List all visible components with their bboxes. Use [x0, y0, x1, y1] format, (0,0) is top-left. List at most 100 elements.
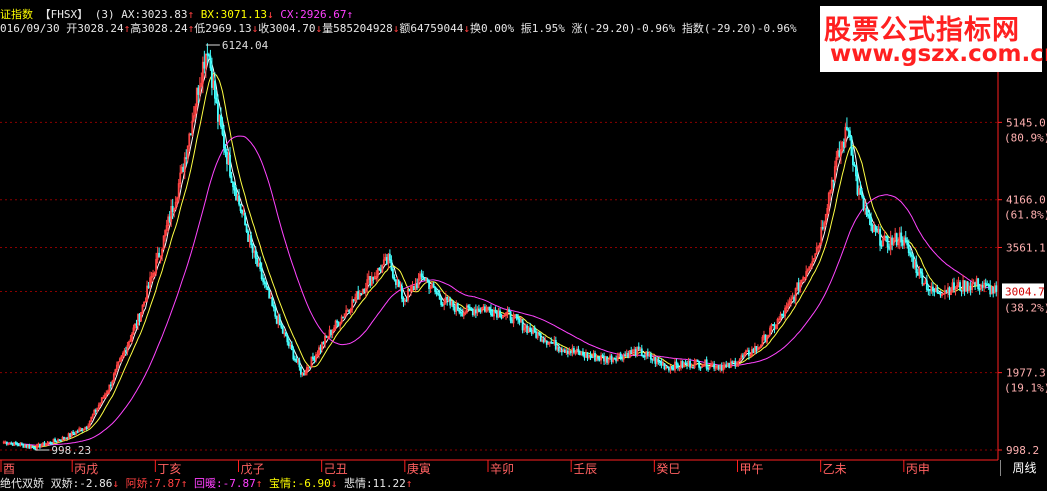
candle-body [490, 309, 492, 315]
candle-body [643, 355, 646, 358]
candle-body [449, 298, 452, 306]
candle-body [217, 102, 219, 122]
candle-body [907, 244, 910, 254]
candle-body [919, 268, 922, 274]
candle-body [686, 363, 688, 366]
candle-body [666, 366, 669, 369]
candle-body [39, 443, 41, 448]
low-value: 低2969.13 [194, 22, 252, 35]
candle-body [755, 346, 758, 350]
candle-body [927, 288, 930, 291]
candle-body [849, 130, 851, 138]
candle-body [856, 175, 859, 195]
candle-body [401, 285, 403, 299]
candle-body [938, 292, 940, 294]
indicator-value-2: 阿娇:7.87 [125, 477, 181, 490]
period-tab-weekly[interactable]: 周线 [1000, 460, 1047, 476]
candle-body [939, 292, 942, 296]
candle-body [213, 80, 216, 99]
candle-body [432, 283, 435, 288]
y-tick-label: 3561.1 [1006, 242, 1046, 255]
x-tick-label: 丙申 [906, 462, 930, 476]
candle-body [621, 356, 624, 360]
candle-body [713, 363, 716, 369]
candle-body [542, 339, 545, 343]
candle-body [408, 288, 411, 292]
candle-body [689, 360, 691, 368]
candle-body [545, 340, 548, 345]
candle-body [557, 347, 560, 352]
candle-body [563, 349, 566, 353]
candle-body [521, 319, 524, 331]
candle-body [63, 436, 66, 440]
candle-body [496, 311, 498, 318]
candle-body [624, 354, 627, 357]
candle-body [933, 290, 936, 293]
candle-body [901, 241, 904, 246]
down-arrow-icon: ↓ [330, 477, 338, 490]
candle-body [876, 229, 879, 233]
candle-body [782, 314, 785, 317]
candle-body [313, 358, 316, 361]
candle-body [583, 354, 586, 358]
candle-body [287, 341, 290, 347]
candle-body [793, 296, 796, 301]
candle-body [232, 182, 234, 188]
y-tick-pct: (19.1%) [1004, 382, 1047, 395]
watermark-banner: 股票公式指标网 www.gszx.com.cn [820, 6, 1047, 72]
candle-body [707, 367, 710, 370]
candle-body [508, 309, 510, 312]
candle-body [20, 443, 23, 446]
candle-body [900, 232, 903, 243]
candle-body [925, 280, 928, 290]
candle-body [960, 289, 963, 292]
candle-body [302, 373, 305, 376]
candle-body [945, 290, 948, 293]
candle-body [978, 288, 981, 290]
cx-value: CX:2926.67 [280, 8, 347, 21]
candle-body [440, 298, 443, 305]
candle-body [215, 97, 218, 103]
candle-body [483, 306, 486, 312]
candle-body [589, 354, 592, 358]
candle-body [671, 365, 673, 369]
candle-body [838, 150, 841, 157]
candle-body [452, 300, 455, 308]
candle-body [874, 225, 877, 231]
candle-body [309, 366, 311, 369]
candle-body [69, 433, 72, 437]
candle-body [752, 349, 755, 353]
candle-body [764, 334, 767, 343]
candle-body [741, 355, 744, 358]
candle-body [182, 166, 185, 173]
stock-chart: 6124.04 998.23 5145.0 (80.9%) 4166.0 (61.8%)… [0, 39, 1047, 476]
candle-body [438, 294, 441, 300]
candle-body [660, 361, 663, 366]
candle-body [654, 356, 657, 364]
candle-body [566, 350, 569, 354]
candle-body [906, 241, 909, 246]
candle-body [398, 280, 400, 288]
y-tick-label: 4166.0 [1006, 194, 1046, 207]
candle-body [372, 276, 375, 280]
candle-body [921, 272, 924, 285]
high-value: 高3028.24 [130, 22, 188, 35]
candle-body [885, 235, 888, 238]
x-tick-label: 庚寅 [407, 461, 431, 476]
candle-body [468, 306, 471, 310]
candle-body [728, 362, 731, 368]
candle-body [224, 147, 227, 153]
candle-body [538, 332, 541, 335]
candle-body [610, 355, 613, 362]
candle-body [239, 203, 242, 211]
candle-body [615, 358, 618, 362]
candle-body [423, 277, 426, 281]
candle-body [330, 329, 332, 335]
candle-body [206, 53, 209, 56]
candle-body [515, 314, 518, 318]
candle-body [229, 154, 231, 177]
candle-body [613, 357, 616, 360]
y-tick-label: 5145.0 [1006, 116, 1046, 129]
candle-body [295, 359, 298, 363]
candle-body [725, 364, 728, 367]
